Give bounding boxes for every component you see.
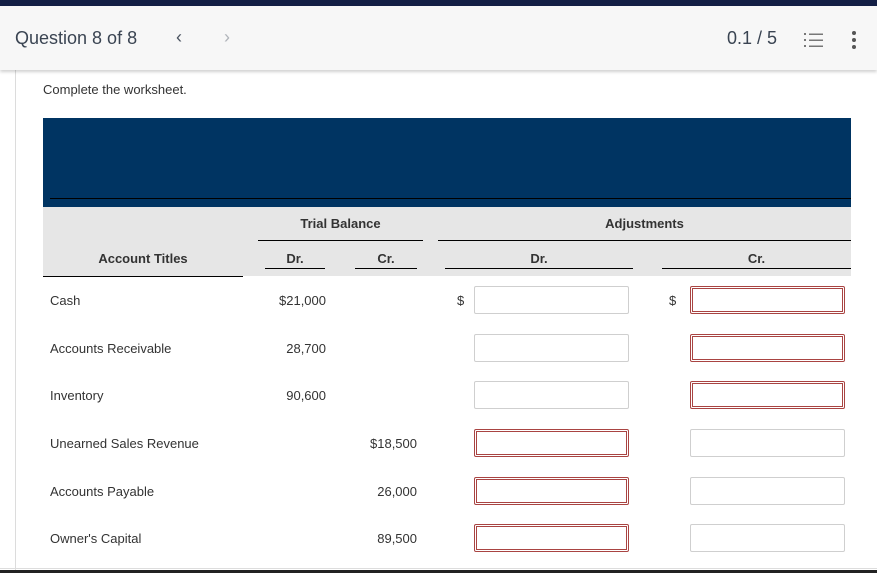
adj-dr-currency: $ — [457, 293, 465, 308]
more-options-button[interactable] — [850, 31, 858, 51]
question-prompt: Complete the worksheet. — [43, 82, 187, 97]
tb-cr-rule — [355, 268, 417, 269]
tb-cr-header: Cr. — [377, 251, 395, 266]
more-vertical-icon — [852, 31, 856, 35]
chevron-left-icon: ‹ — [176, 27, 182, 47]
adjustments-header: Adjustments — [605, 216, 684, 231]
tb-dr-rule — [265, 268, 325, 269]
adj-dr-input[interactable] — [474, 429, 629, 457]
account-title: Owner's Capital — [50, 531, 142, 546]
tb-cr-value: $18,500 — [370, 436, 417, 451]
adjustments-rule — [438, 240, 851, 241]
adj-cr-input[interactable] — [690, 524, 845, 552]
adj-cr-rule — [662, 268, 851, 269]
adj-dr-input[interactable] — [474, 477, 629, 505]
tb-dr-header: Dr. — [286, 251, 304, 266]
adj-cr-currency: $ — [669, 293, 677, 308]
account-title: Cash — [50, 293, 81, 308]
adj-dr-input[interactable] — [474, 381, 629, 409]
account-titles-rule — [43, 276, 243, 277]
adj-cr-header: Cr. — [747, 251, 766, 266]
adj-dr-input[interactable] — [474, 286, 629, 314]
bottom-divider — [0, 568, 877, 569]
adj-cr-input[interactable] — [690, 429, 845, 457]
account-title: Accounts Receivable — [50, 341, 172, 356]
chevron-right-icon: › — [224, 27, 230, 47]
question-header: Question 8 of 8 ‹ › 0.1 / 5 — [0, 6, 877, 70]
tb-cr-value: 26,000 — [377, 484, 417, 499]
previous-question-button[interactable]: ‹ — [176, 27, 182, 48]
account-title: Inventory — [50, 388, 104, 403]
trial-balance-rule — [258, 240, 423, 241]
account-title: Unearned Sales Revenue — [50, 436, 199, 451]
adj-dr-header: Dr. — [530, 251, 548, 266]
adj-cr-input[interactable] — [690, 381, 845, 409]
left-rail-divider — [15, 70, 16, 573]
account-title: Accounts Payable — [50, 484, 155, 499]
adj-dr-input[interactable] — [474, 334, 629, 362]
adj-dr-rule — [445, 268, 633, 269]
tb-dr-value: 90,600 — [286, 388, 326, 403]
question-list-button[interactable] — [804, 32, 824, 48]
score-display: 0.1 / 5 — [727, 28, 778, 48]
banner-rule — [50, 198, 851, 199]
adj-cr-input[interactable] — [690, 286, 845, 314]
adj-dr-input[interactable] — [474, 524, 629, 552]
adj-cr-input[interactable] — [690, 477, 845, 505]
tb-dr-value: $21,000 — [279, 293, 326, 308]
tb-cr-value: 89,500 — [377, 531, 417, 546]
trial-balance-header: Trial Balance — [300, 216, 381, 231]
question-counter: Question 8 of 8 — [15, 28, 138, 48]
adj-cr-input[interactable] — [690, 334, 845, 362]
account-titles-header: Account Titles — [98, 251, 188, 266]
tb-dr-value: 28,700 — [286, 341, 326, 356]
next-question-button[interactable]: › — [224, 27, 230, 48]
worksheet-banner — [43, 118, 851, 207]
numbered-list-icon — [804, 33, 823, 47]
